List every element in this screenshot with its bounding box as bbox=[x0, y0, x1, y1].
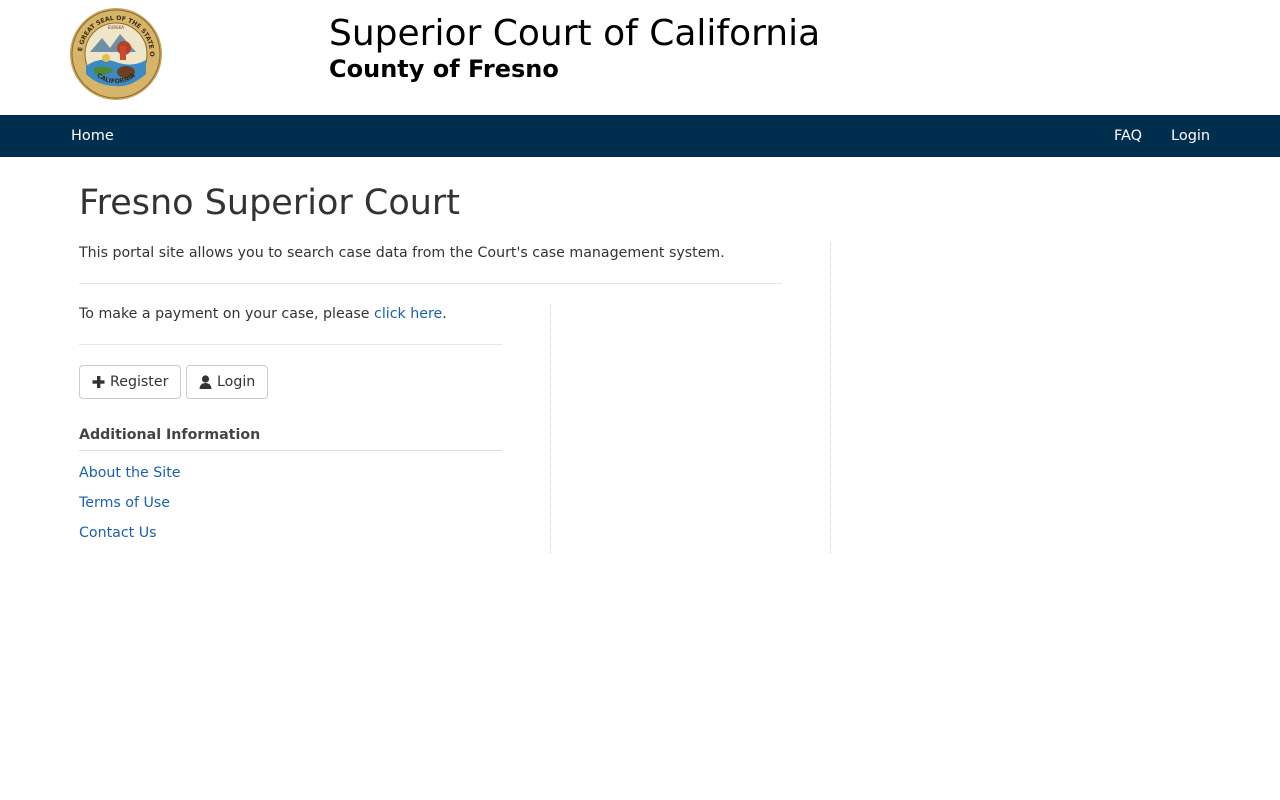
about-site-link[interactable]: About the Site bbox=[79, 463, 181, 483]
register-label: Register bbox=[110, 374, 169, 390]
divider bbox=[79, 283, 782, 284]
payment-text: To make a payment on your case, please c… bbox=[79, 304, 447, 324]
payment-prefix: To make a payment on your case, please bbox=[79, 306, 375, 322]
nav-home-link[interactable]: Home bbox=[71, 115, 114, 157]
court-county: County of Fresno bbox=[329, 55, 559, 83]
column-divider bbox=[550, 304, 551, 553]
top-navbar: Home FAQ Login bbox=[0, 115, 1280, 157]
login-label: Login bbox=[217, 374, 256, 390]
column-divider bbox=[830, 243, 831, 553]
payment-suffix: . bbox=[442, 306, 447, 322]
additional-info-heading: Additional Information bbox=[79, 427, 261, 443]
page-title: Fresno Superior Court bbox=[79, 183, 461, 223]
nav-login-link[interactable]: Login bbox=[1171, 115, 1210, 157]
login-button[interactable]: Login bbox=[186, 365, 268, 399]
divider bbox=[79, 450, 502, 451]
svg-text:EUREKA: EUREKA bbox=[108, 25, 124, 30]
nav-faq-link[interactable]: FAQ bbox=[1114, 115, 1142, 157]
user-icon bbox=[199, 375, 212, 389]
court-title: Superior Court of California bbox=[329, 13, 821, 54]
site-header: EUREKA THE GREAT SEAL OF THE STATE OF CA… bbox=[0, 0, 1280, 115]
state-seal-logo: EUREKA THE GREAT SEAL OF THE STATE OF CA… bbox=[70, 8, 162, 100]
payment-click-here-link[interactable]: click here bbox=[374, 306, 442, 322]
plus-icon bbox=[92, 375, 105, 389]
terms-of-use-link[interactable]: Terms of Use bbox=[79, 493, 170, 513]
divider bbox=[79, 344, 502, 345]
intro-text: This portal site allows you to search ca… bbox=[79, 245, 725, 261]
contact-us-link[interactable]: Contact Us bbox=[79, 523, 156, 543]
register-button[interactable]: Register bbox=[79, 365, 181, 399]
